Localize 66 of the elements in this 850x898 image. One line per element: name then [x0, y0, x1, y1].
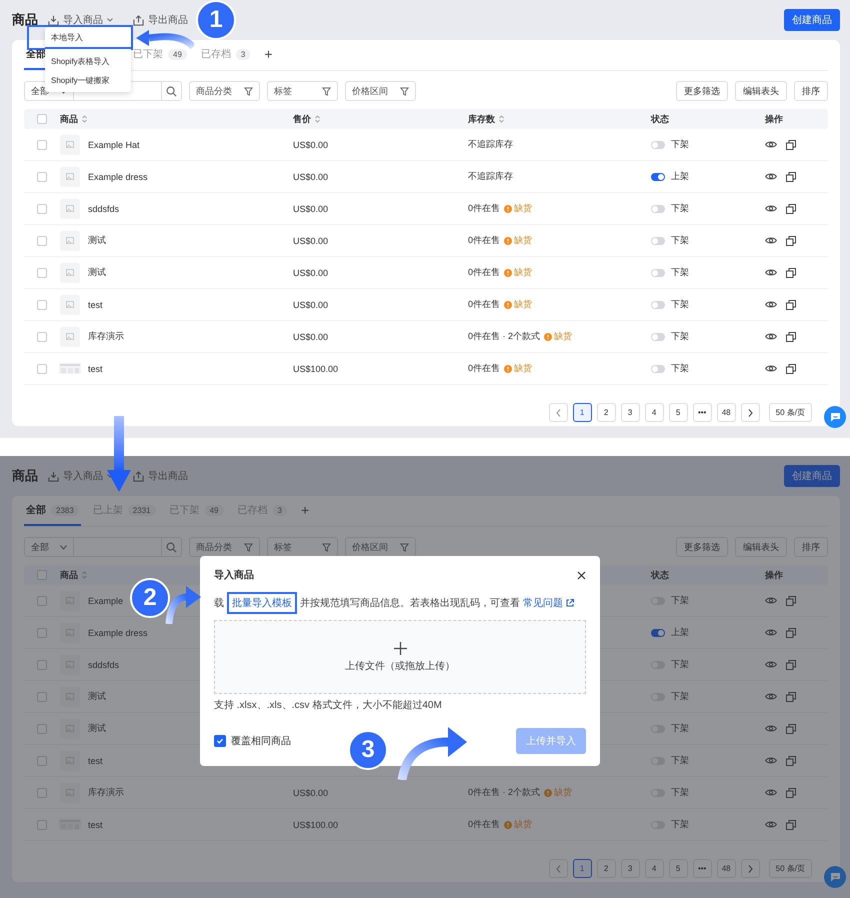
status-label: 下架: [671, 690, 689, 703]
status-label: 上架: [671, 170, 689, 183]
status-label: 下架: [671, 330, 689, 343]
status-label: 下架: [671, 266, 689, 279]
price-text: US$0.00: [293, 300, 328, 310]
stock-text: 不追踪库存: [468, 138, 513, 151]
out-of-stock-label: 缺货: [514, 298, 532, 311]
price-text: US$0.00: [293, 236, 328, 246]
out-of-stock-label: 缺货: [554, 330, 572, 343]
stock-text: 不追踪库存: [468, 170, 513, 183]
out-of-stock-label: 缺货: [514, 266, 532, 279]
tab-count: 49: [168, 48, 187, 60]
status-label: 下架: [671, 722, 689, 735]
price-text: US$0.00: [293, 788, 328, 798]
price-text: US$0.00: [293, 172, 328, 182]
column-header: 库存数: [468, 112, 495, 126]
out-of-stock-label: 缺货: [514, 202, 532, 215]
instruction-text: 载: [214, 596, 224, 610]
out-of-stock-label: 缺货: [514, 362, 532, 375]
column-header: 商品: [60, 112, 78, 126]
status-label: 下架: [671, 658, 689, 671]
stock-text: 0件在售 · 2个款式: [468, 786, 540, 799]
page-title: 商品: [12, 467, 38, 485]
column-header: 售价: [293, 112, 311, 126]
column-header: 操作: [765, 112, 783, 126]
price-text: US$100.00: [293, 820, 338, 830]
price-text: US$0.00: [293, 140, 328, 150]
format-hint: 支持 .xlsx、.xls、.csv 格式文件，大小不能超过40M: [214, 698, 443, 712]
page-title: 商品: [12, 11, 38, 29]
stock-text: 0件在售 · 2个款式: [468, 330, 540, 343]
price-text: US$0.00: [293, 332, 328, 342]
out-of-stock-label: 缺货: [514, 818, 532, 831]
column-header: 操作: [765, 568, 783, 582]
status-label: 下架: [671, 786, 689, 799]
status-label: 下架: [671, 362, 689, 375]
status-label: 上架: [671, 626, 689, 639]
status-label: 下架: [671, 818, 689, 831]
column-header: 状态: [651, 112, 669, 126]
status-label: 下架: [671, 234, 689, 247]
tab-count: 2383: [51, 504, 79, 516]
instruction-text: 并按规范填写商品信息。若表格出现乱码，可查看: [300, 596, 520, 610]
tab-count: 2331: [128, 504, 156, 516]
tab-count: 49: [204, 504, 224, 516]
stock-text: 0件在售: [468, 298, 500, 311]
price-text: US$100.00: [293, 364, 338, 374]
status-label: 下架: [671, 138, 689, 151]
price-text: US$0.00: [293, 204, 328, 214]
out-of-stock-label: 缺货: [514, 234, 532, 247]
stock-text: 0件在售: [468, 362, 500, 375]
upload-label: 上传文件（或拖放上传）: [345, 660, 455, 672]
column-header: 商品: [60, 568, 78, 582]
stock-text: 0件在售: [468, 266, 500, 279]
stock-text: 0件在售: [468, 202, 500, 215]
tab-count: 3: [236, 48, 250, 60]
out-of-stock-label: 缺货: [554, 786, 572, 799]
stock-text: 0件在售: [468, 818, 500, 831]
checkbox-label: 覆盖相同商品: [231, 734, 291, 748]
stock-text: 0件在售: [468, 234, 500, 247]
status-label: 下架: [671, 594, 689, 607]
dialog-title: 导入商品: [214, 568, 254, 582]
column-header: 状态: [651, 568, 669, 582]
status-label: 下架: [671, 202, 689, 215]
status-label: 下架: [671, 754, 689, 767]
tab-count: 3: [272, 504, 287, 516]
status-label: 下架: [671, 298, 689, 311]
price-text: US$0.00: [293, 268, 328, 278]
